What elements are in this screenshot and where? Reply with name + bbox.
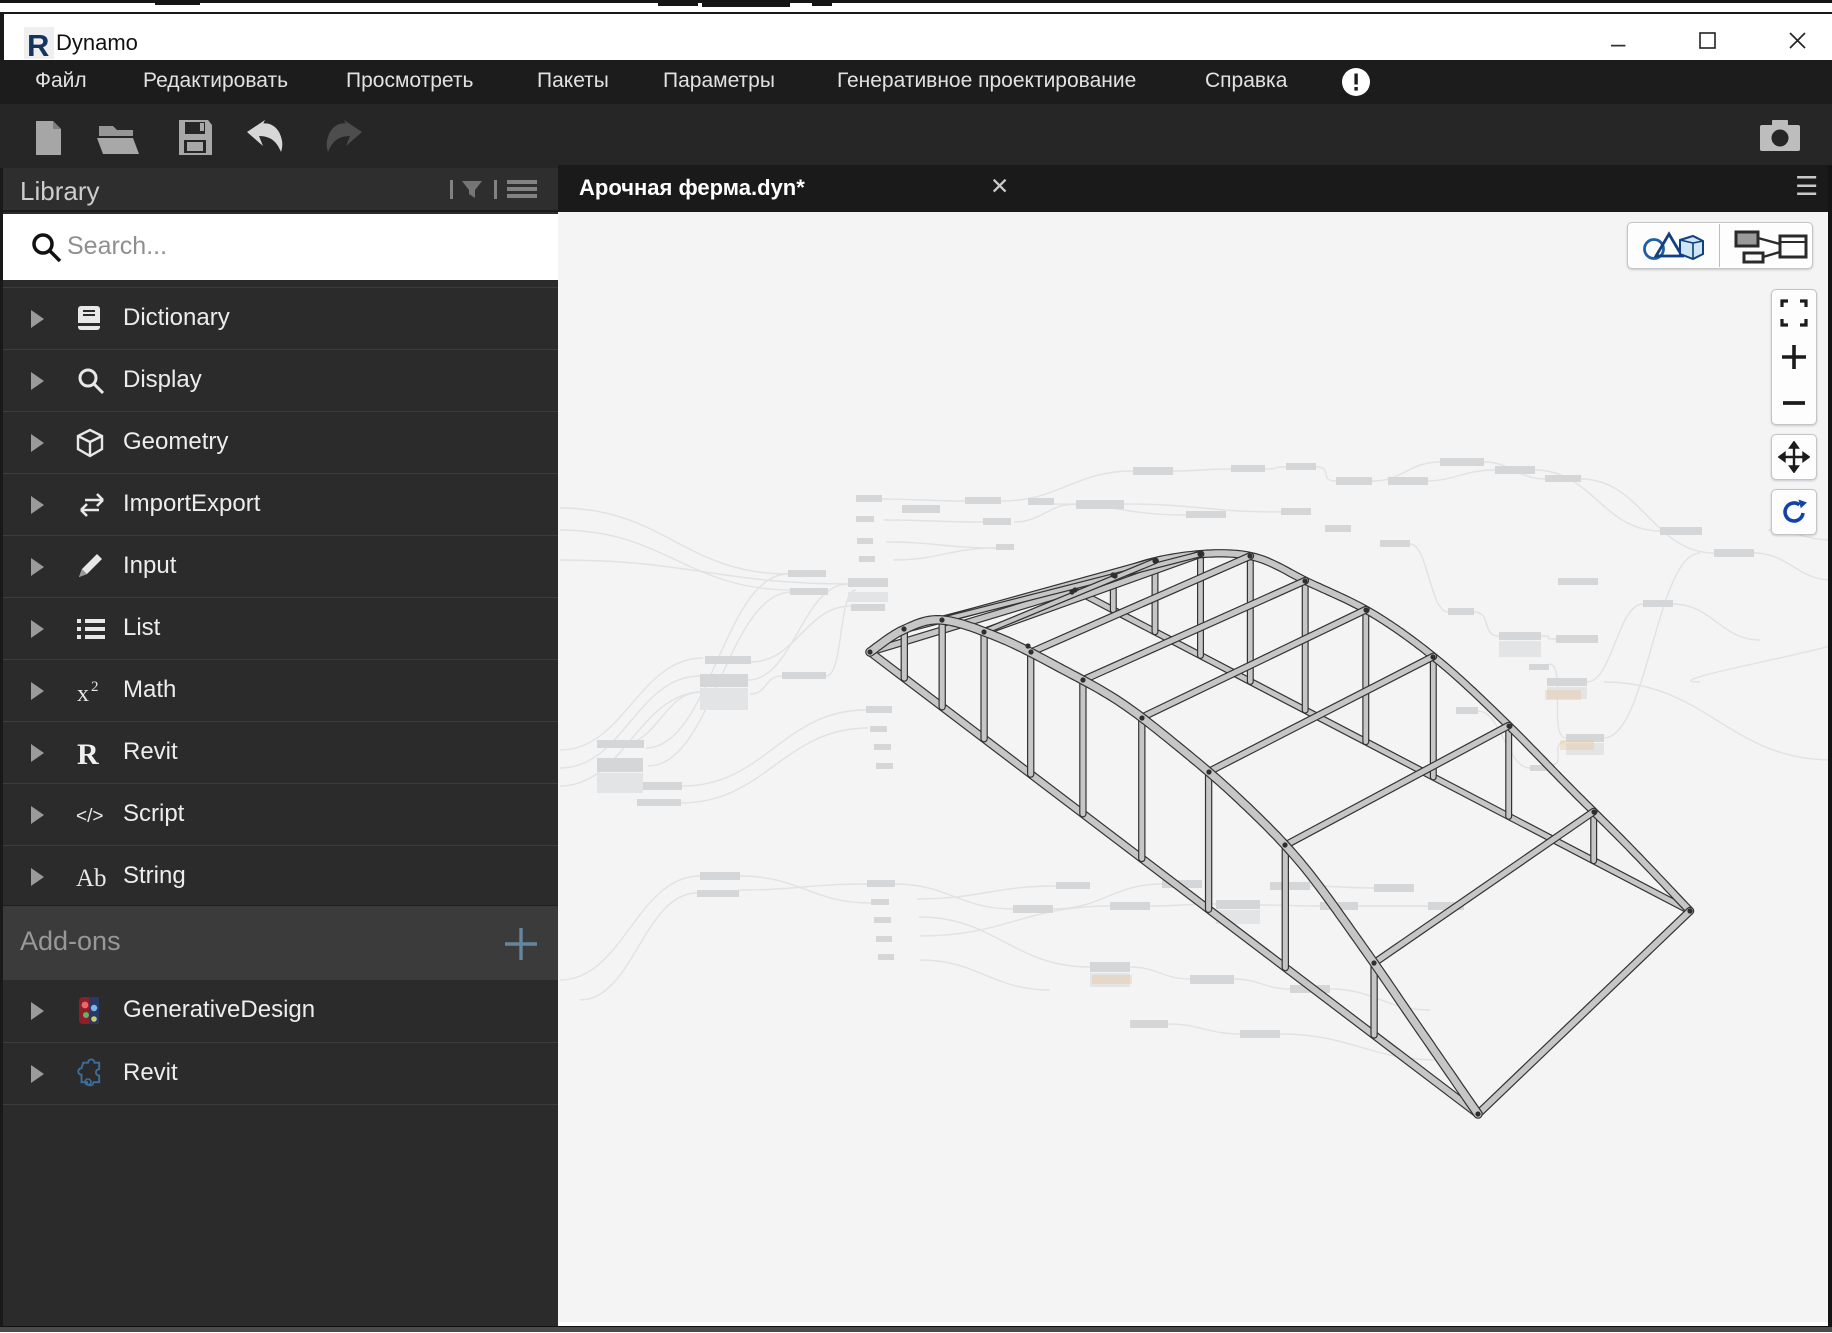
svg-text:2: 2 xyxy=(91,679,99,695)
svg-text:R: R xyxy=(77,738,99,769)
svg-text:Ab: Ab xyxy=(76,865,107,892)
svg-text:</>: </> xyxy=(76,806,103,827)
svg-text:R: R xyxy=(27,29,49,61)
svg-text:x: x xyxy=(77,681,89,707)
